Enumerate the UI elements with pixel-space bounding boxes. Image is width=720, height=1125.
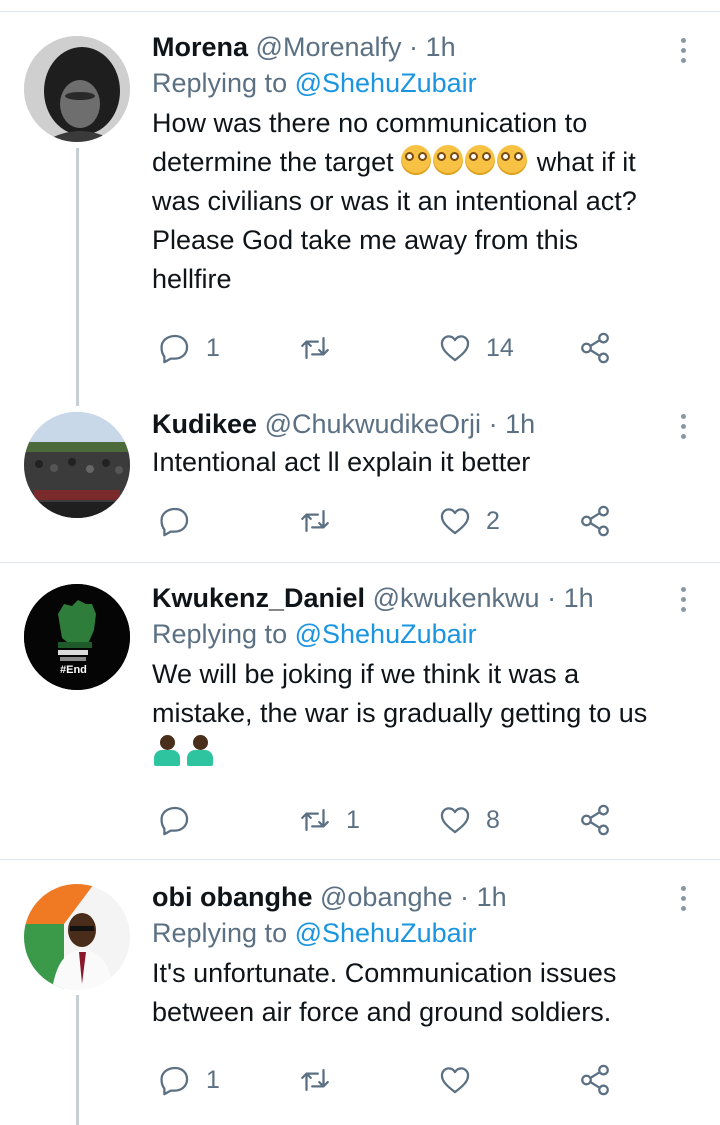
share-button[interactable] [578, 800, 612, 840]
retweet-icon [301, 808, 329, 832]
tweet-actions: 2 [152, 501, 622, 541]
mention-link[interactable]: @ShehuZubair [295, 68, 477, 98]
avatar[interactable] [24, 412, 130, 518]
reply-icon [160, 1066, 189, 1096]
tweet-header: Kudikee @ChukwudikeOrji · 1h [152, 407, 660, 441]
tweet-actions: 1 8 [152, 800, 622, 840]
mention-link[interactable]: @ShehuZubair [295, 619, 477, 649]
tweet-text: It's unfortunate. Communication issues b… [152, 958, 617, 1027]
share-icon [581, 505, 609, 537]
tweet-header: Morena @Morenalfy · 1h [152, 30, 660, 64]
tweet-text-part: We will be joking if we think it was a m… [152, 659, 648, 728]
share-icon [581, 1064, 609, 1096]
reply-icon [160, 334, 189, 364]
reply-button[interactable] [158, 501, 206, 541]
share-button[interactable] [578, 501, 612, 541]
tweet-text: Intentional act ll explain it better [152, 447, 531, 477]
timestamp[interactable]: 1h [505, 409, 535, 439]
reply-button[interactable]: 1 [158, 328, 220, 368]
like-icon [440, 335, 470, 362]
user-handle[interactable]: @obanghe [320, 882, 453, 912]
replying-to-label: Replying to [152, 619, 288, 649]
like-button[interactable]: 14 [438, 328, 514, 368]
share-button[interactable] [578, 328, 612, 368]
share-button[interactable] [578, 1060, 612, 1100]
avatar[interactable]: #End [24, 584, 130, 690]
separator: · [409, 32, 419, 62]
like-button[interactable]: 2 [438, 501, 500, 541]
user-handle[interactable]: @ChukwudikeOrji [265, 409, 481, 439]
timestamp[interactable]: 1h [564, 583, 594, 613]
user-handle[interactable]: @kwukenkwu [373, 583, 540, 613]
like-button[interactable] [438, 1060, 486, 1100]
display-name[interactable]: Kwukenz_Daniel [152, 583, 365, 613]
tweet[interactable]: Kudikee @ChukwudikeOrji · 1h Intentional… [0, 400, 720, 562]
display-name[interactable]: Morena [152, 32, 248, 62]
share-icon [581, 332, 609, 364]
replying-to-label: Replying to [152, 918, 288, 948]
more-icon[interactable] [678, 587, 688, 617]
replying-to: Replying to @ShehuZubair [152, 615, 660, 653]
retweet-button[interactable] [298, 1060, 346, 1100]
tweet[interactable]: obi obanghe @obanghe · 1h Replying to @S… [0, 860, 720, 1125]
reply-count: 1 [206, 1065, 220, 1094]
reply-icon [160, 806, 189, 836]
like-button[interactable]: 8 [438, 800, 500, 840]
display-name[interactable]: Kudikee [152, 409, 257, 439]
reply-button[interactable]: 1 [158, 1060, 220, 1100]
tweet-text: How was there no communication to determ… [152, 104, 660, 299]
avatar[interactable] [24, 36, 130, 142]
retweet-icon [301, 509, 329, 533]
reply-count: 1 [206, 333, 220, 362]
avatar-image [24, 884, 130, 990]
retweet-button[interactable]: 1 [298, 800, 360, 840]
replying-to: Replying to @ShehuZubair [152, 914, 660, 952]
more-icon[interactable] [678, 414, 688, 444]
tweet[interactable]: Morena @Morenalfy · 1h Replying to @Sheh… [0, 0, 720, 400]
avatar[interactable] [24, 884, 130, 990]
retweet-count: 1 [346, 805, 360, 834]
like-icon [440, 1067, 470, 1094]
retweet-icon [301, 1068, 329, 1092]
avatar-image [24, 412, 130, 518]
shrug-emoji [152, 735, 218, 767]
like-icon [440, 807, 470, 834]
tweet-actions: 1 14 [152, 328, 622, 368]
user-handle[interactable]: @Morenalfy [256, 32, 402, 62]
mention-link[interactable]: @ShehuZubair [295, 918, 477, 948]
timestamp[interactable]: 1h [426, 32, 456, 62]
replying-to: Replying to @ShehuZubair [152, 64, 660, 102]
retweet-button[interactable] [298, 328, 346, 368]
reply-icon [160, 507, 189, 537]
avatar-image [24, 36, 130, 142]
like-count: 8 [486, 805, 500, 834]
separator: · [460, 882, 470, 912]
like-count: 2 [486, 506, 500, 535]
more-icon[interactable] [678, 38, 688, 68]
avatar-hashtag: #End [60, 664, 87, 676]
replying-to-label: Replying to [152, 68, 288, 98]
timestamp[interactable]: 1h [477, 882, 507, 912]
retweet-icon [301, 336, 329, 360]
share-icon [581, 804, 609, 836]
tweet[interactable]: #End Kwukenz_Daniel @kwukenkwu · 1h Repl… [0, 563, 720, 859]
tweet-header: Kwukenz_Daniel @kwukenkwu · 1h [152, 581, 660, 615]
flushed-face-emoji [401, 145, 529, 177]
tweet-header: obi obanghe @obanghe · 1h [152, 880, 660, 914]
separator: · [547, 583, 557, 613]
retweet-button[interactable] [298, 501, 346, 541]
tweet-actions: 1 [152, 1060, 622, 1100]
tweet-text: We will be joking if we think it was a m… [152, 655, 660, 772]
separator: · [488, 409, 498, 439]
reply-button[interactable] [158, 800, 206, 840]
like-count: 14 [486, 333, 514, 362]
like-icon [440, 508, 470, 535]
display-name[interactable]: obi obanghe [152, 882, 312, 912]
more-icon[interactable] [678, 886, 688, 916]
